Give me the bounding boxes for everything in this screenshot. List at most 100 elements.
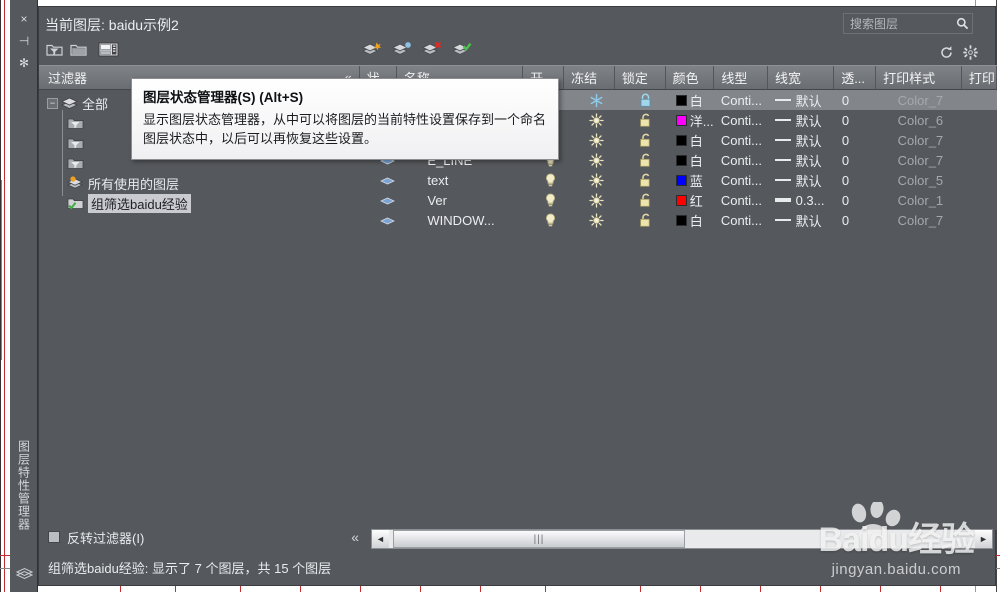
row-freeze-cell[interactable] [571,190,621,210]
column-header-transparency[interactable]: 透... [834,66,877,89]
row-name-cell[interactable]: text [405,170,530,190]
row-linetype-cell[interactable]: Conti... [719,130,772,150]
row-color-cell[interactable]: 白 [671,130,719,150]
set-current-layer-button[interactable] [451,39,473,59]
search-input[interactable]: 搜索图层 [844,15,952,32]
lineweight-label: 0.3... [795,192,825,208]
scroll-left-arrow[interactable]: ◄ [372,530,389,548]
bulb-on-icon [546,193,556,206]
table-row[interactable]: WINDOW... 白 Conti... 默认 0 Color_7 [369,210,997,230]
search-layers-box[interactable]: 搜索图层 [843,13,973,34]
row-transparency-cell[interactable]: 0 [837,150,878,170]
row-plotstyle-cell: Color_7 [897,212,944,228]
row-lock-cell[interactable] [621,130,671,150]
scrollbar-thumb[interactable]: ||| [393,530,685,548]
auto-hide-icon[interactable]: ⊣ [10,30,38,52]
new-layer-button[interactable] [361,39,383,59]
row-lineweight-cell[interactable]: 0.3... [772,190,837,210]
row-lock-cell[interactable] [621,150,671,170]
row-lock-cell[interactable] [621,90,671,110]
row-lineweight-cell[interactable]: 默认 [772,150,837,170]
layer-status-icon [379,217,395,225]
lineweight-preview [774,198,791,202]
row-transparency-cell[interactable]: 0 [837,110,878,130]
column-header-lock[interactable]: 锁定 [615,66,666,89]
invert-filter-checkbox[interactable] [48,531,60,543]
row-color-cell[interactable]: 红 [671,190,719,210]
tree-node-label: 全部 [82,96,109,112]
search-icon[interactable] [952,17,972,30]
panel-menu-icon[interactable]: ✻ [10,52,38,74]
delete-layer-button[interactable] [421,39,443,59]
row-on-cell[interactable] [531,210,571,230]
row-transparency-cell[interactable]: 0 [837,90,878,110]
row-lock-cell[interactable] [621,190,671,210]
row-lineweight-cell[interactable]: 默认 [772,90,837,110]
row-lineweight-cell[interactable]: 默认 [772,210,837,230]
row-lock-cell[interactable] [621,210,671,230]
row-lineweight-cell[interactable]: 默认 [772,110,837,130]
row-freeze-cell[interactable] [571,170,621,190]
column-header-plotstyle[interactable]: 打印样式 [876,66,962,89]
new-layer-vp-frozen-button[interactable] [391,39,413,59]
row-transparency-cell[interactable]: 0 [837,190,878,210]
row-name-cell[interactable]: WINDOW... [405,210,530,230]
row-lineweight-cell[interactable]: 默认 [772,130,837,150]
row-linetype-cell[interactable]: Conti... [719,110,772,130]
row-plot-cell[interactable] [963,90,997,110]
row-linetype-cell[interactable]: Conti... [719,170,772,190]
collapse-chevron-icon[interactable]: « [351,529,359,545]
lock-closed-icon [640,93,651,107]
tree-node-used-layers[interactable]: 所有使用的图层 [39,173,369,193]
row-linetype-cell[interactable]: Conti... [719,210,772,230]
table-row[interactable]: text 蓝 Conti... 默认 0 Color_5 [369,170,997,190]
row-plot-cell[interactable] [963,170,997,190]
invert-filter-row[interactable]: 反转过滤器(I) « [39,525,369,549]
column-header-freeze[interactable]: 冻结 [564,66,615,89]
filter-folder-icon [67,158,84,169]
close-icon[interactable]: × [10,8,38,30]
table-row[interactable]: Ver 红 Conti... 0.3... 0 Color_1 [369,190,997,210]
row-on-cell[interactable] [531,190,571,210]
row-freeze-cell[interactable] [571,90,621,110]
column-header-color[interactable]: 颜色 [666,66,715,89]
row-linetype-cell[interactable]: Conti... [719,150,772,170]
column-header-plot[interactable]: 打印 [962,66,997,89]
row-plotstyle-cell: Color_1 [897,192,944,208]
row-freeze-cell[interactable] [571,150,621,170]
row-transparency-cell[interactable]: 0 [837,210,878,230]
row-plot-cell[interactable] [963,190,997,210]
row-plot-cell[interactable] [963,130,997,150]
row-freeze-cell[interactable] [571,110,621,130]
row-transparency-cell[interactable]: 0 [837,170,878,190]
row-color-cell[interactable]: 洋... [671,110,719,130]
column-header-lineweight[interactable]: 线宽 [768,66,835,89]
row-color-cell[interactable]: 蓝 [671,170,719,190]
row-freeze-cell[interactable] [571,130,621,150]
tree-node-group-filter[interactable]: 组筛选baidu经验 [39,193,369,213]
scroll-right-arrow[interactable]: ► [975,530,992,548]
row-on-cell[interactable] [531,170,571,190]
row-linetype-cell[interactable]: Conti... [719,90,772,110]
color-swatch [675,214,687,226]
row-color-cell[interactable]: 白 [671,150,719,170]
color-swatch [675,194,687,206]
column-header-linetype[interactable]: 线型 [714,66,768,89]
row-linetype-cell[interactable]: Conti... [719,190,772,210]
row-freeze-cell[interactable] [571,210,621,230]
row-plot-cell[interactable] [963,110,997,130]
expander-icon[interactable]: − [47,97,58,109]
row-name-cell[interactable]: Ver [405,190,530,210]
row-lock-cell[interactable] [621,110,671,130]
row-color-cell[interactable]: 白 [671,90,719,110]
row-lock-cell[interactable] [621,170,671,190]
layer-states-manager-button[interactable] [97,39,119,59]
row-transparency-cell[interactable]: 0 [837,130,878,150]
row-plot-cell[interactable] [963,150,997,170]
color-swatch [675,154,687,166]
row-lineweight-cell[interactable]: 默认 [772,170,837,190]
row-plot-cell[interactable] [963,210,997,230]
new-property-filter-button[interactable] [43,39,65,59]
new-group-filter-button[interactable] [67,39,89,59]
row-color-cell[interactable]: 白 [671,210,719,230]
